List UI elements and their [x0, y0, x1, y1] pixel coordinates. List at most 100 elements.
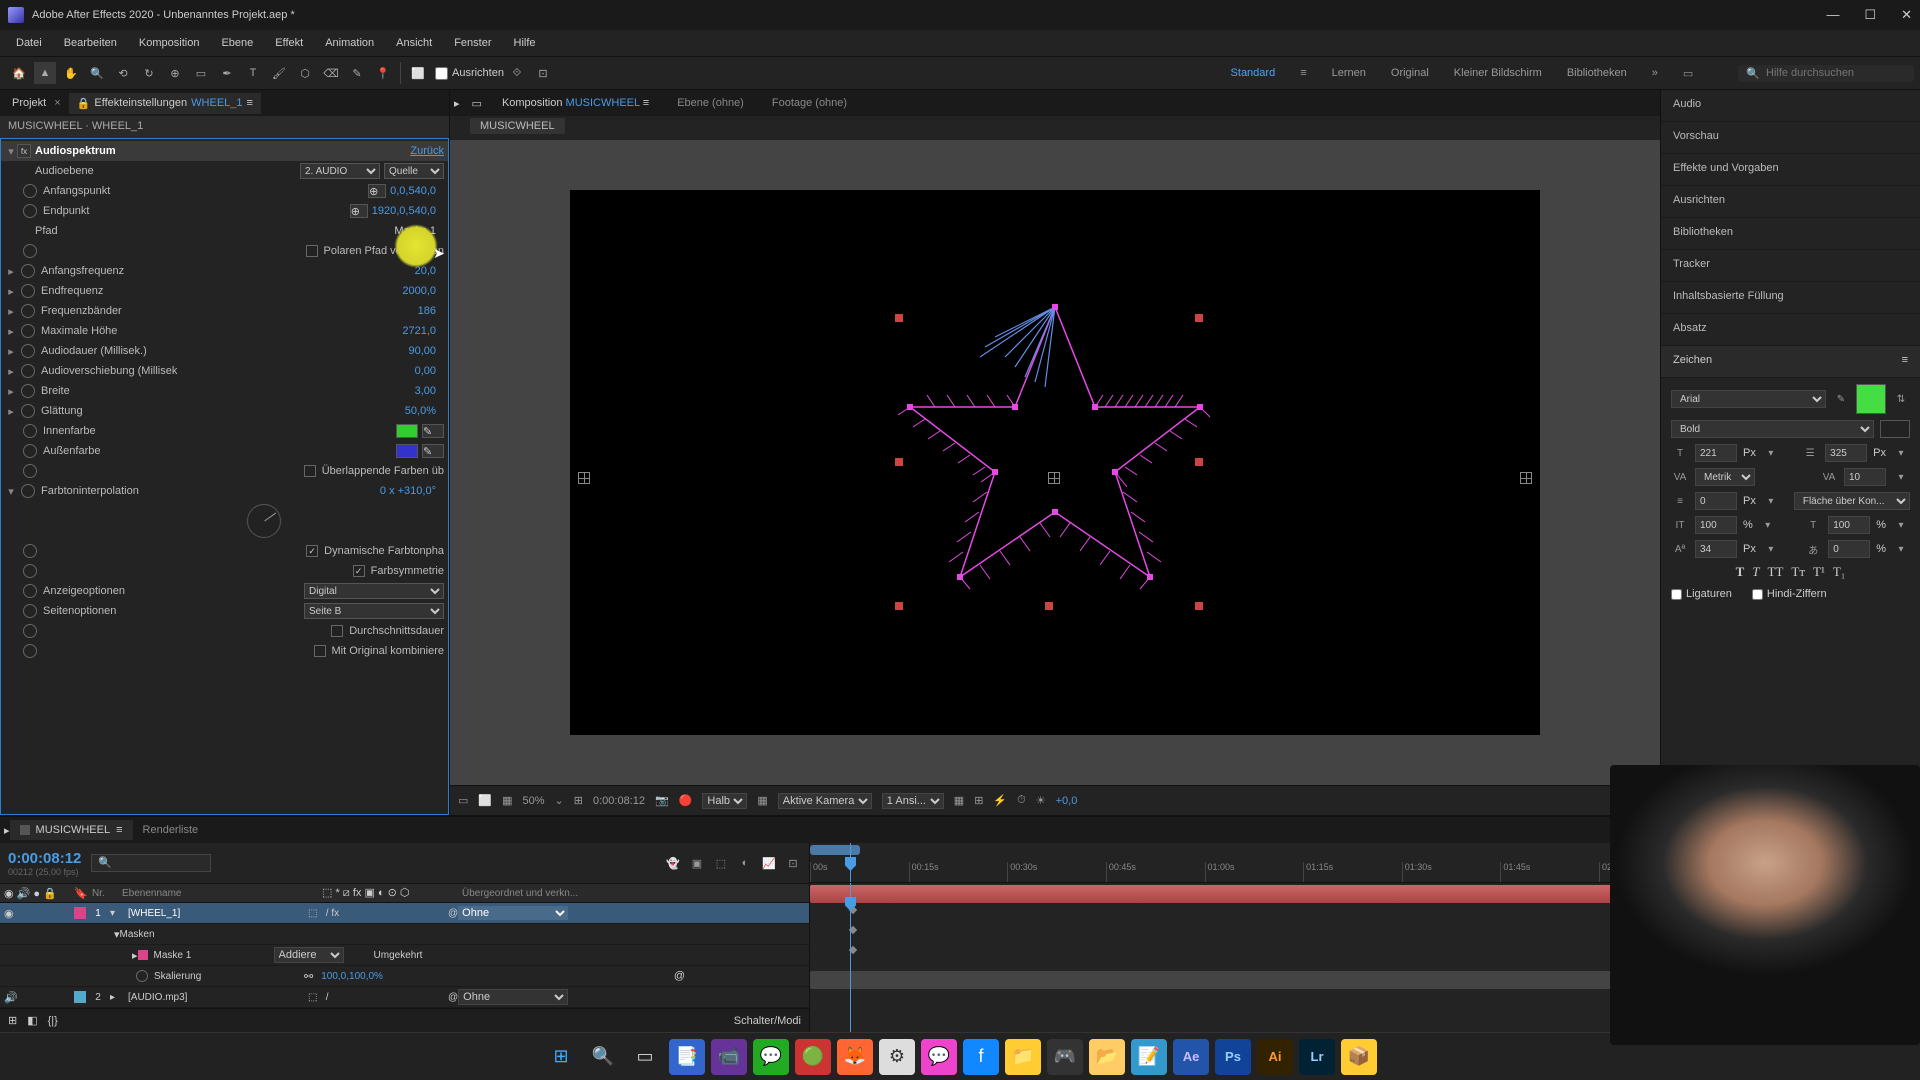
- font-style-select[interactable]: Bold: [1671, 420, 1874, 438]
- stopwatch-icon[interactable]: [21, 264, 35, 278]
- stopwatch-icon[interactable]: [23, 564, 37, 578]
- comp-panel-toggle[interactable]: ▸: [454, 97, 460, 110]
- exposure-value[interactable]: +0,0: [1056, 795, 1078, 807]
- audio-dur-value[interactable]: 90,00: [408, 345, 436, 357]
- tab-timeline-comp[interactable]: MUSICWHEEL ≡: [10, 820, 133, 840]
- twisty-icon[interactable]: ▸: [5, 405, 17, 418]
- comp-breadcrumb[interactable]: MUSICWHEEL: [470, 118, 565, 134]
- polar-path-checkbox[interactable]: [306, 245, 318, 257]
- stopwatch-icon[interactable]: [23, 604, 37, 618]
- views-select[interactable]: 1 Ansi...: [882, 793, 944, 809]
- anchor-tool[interactable]: ⊕: [164, 62, 186, 84]
- end-point-value[interactable]: 1920,0,540,0: [372, 205, 436, 217]
- fx-badge[interactable]: fx: [17, 144, 31, 158]
- layer-color-swatch[interactable]: [74, 991, 86, 1003]
- frame-blend-icon[interactable]: ⬚: [713, 857, 729, 870]
- twisty-icon[interactable]: ▸: [5, 365, 17, 378]
- hand-tool[interactable]: ✋: [60, 62, 82, 84]
- bands-value[interactable]: 186: [418, 305, 436, 317]
- view-option-icon[interactable]: ▦: [954, 794, 964, 807]
- snap-toggle[interactable]: ⬜: [407, 62, 429, 84]
- maximize-button[interactable]: ☐: [1864, 7, 1876, 23]
- section-align[interactable]: Ausrichten: [1661, 186, 1920, 218]
- taskbar-photoshop[interactable]: Ps: [1215, 1039, 1251, 1075]
- taskbar-after-effects[interactable]: Ae: [1173, 1039, 1209, 1075]
- layer-name[interactable]: [WHEEL_1]: [128, 908, 308, 919]
- channel-icon[interactable]: 🔴: [679, 794, 693, 807]
- pixel-aspect-icon[interactable]: ⊞: [974, 794, 983, 807]
- ligatures-checkbox[interactable]: [1671, 589, 1682, 600]
- end-freq-value[interactable]: 2000,0: [402, 285, 436, 297]
- close-button[interactable]: ✕: [1901, 7, 1912, 23]
- taskbar-obs[interactable]: 🎮: [1047, 1039, 1083, 1075]
- selection-handle[interactable]: [1195, 602, 1203, 610]
- tab-composition[interactable]: Komposition MUSICWHEEL ≡: [494, 93, 657, 113]
- small-caps-button[interactable]: Tᴛ: [1791, 564, 1805, 580]
- kerning-select[interactable]: Metrik: [1695, 468, 1755, 486]
- taskbar-taskview[interactable]: ▭: [627, 1039, 663, 1075]
- pickwhip-icon[interactable]: @: [448, 908, 458, 919]
- overlap-checkbox[interactable]: [304, 465, 316, 477]
- selection-handle[interactable]: [1195, 458, 1203, 466]
- eraser-tool[interactable]: ⌫: [320, 62, 342, 84]
- menu-help[interactable]: Hilfe: [504, 33, 546, 53]
- draft-3d-icon[interactable]: ▣: [689, 857, 705, 870]
- stopwatch-icon[interactable]: [23, 464, 37, 478]
- panel-menu-icon[interactable]: ≡: [1902, 354, 1908, 369]
- switches-modes-label[interactable]: Schalter/Modi: [734, 1015, 801, 1027]
- taskbar-whatsapp[interactable]: 💬: [753, 1039, 789, 1075]
- menu-file[interactable]: Datei: [6, 33, 52, 53]
- anchor-point-icon[interactable]: [1048, 472, 1060, 484]
- taskbar-illustrator[interactable]: Ai: [1257, 1039, 1293, 1075]
- all-caps-button[interactable]: TT: [1768, 564, 1784, 580]
- avg-dur-checkbox[interactable]: [331, 625, 343, 637]
- max-height-value[interactable]: 2721,0: [402, 325, 436, 337]
- layer-row-1[interactable]: ◉ 1 ▾ [WHEEL_1] ⬚ / fx @ Ohne: [0, 903, 809, 924]
- audio-layer-select[interactable]: 2. AUDIO: [300, 163, 380, 179]
- panel-menu-icon[interactable]: ≡: [643, 97, 649, 109]
- section-preview[interactable]: Vorschau: [1661, 122, 1920, 154]
- leading-input[interactable]: [1825, 444, 1867, 462]
- inner-color-swatch[interactable]: [396, 424, 418, 438]
- toggle-mask-icon[interactable]: ▦: [502, 794, 512, 807]
- taskbar-messenger[interactable]: 💬: [921, 1039, 957, 1075]
- workspace-small[interactable]: Kleiner Bildschirm: [1454, 67, 1542, 79]
- rotate-tool[interactable]: ↻: [138, 62, 160, 84]
- menu-effect[interactable]: Effekt: [265, 33, 313, 53]
- layer-row-2[interactable]: 🔊 2 ▸ [AUDIO.mp3] ⬚ / @ Ohne: [0, 987, 809, 1008]
- workspace-menu-icon[interactable]: ≡: [1300, 67, 1306, 79]
- current-time[interactable]: 0:00:08:12: [8, 850, 81, 867]
- shy-toggle-icon[interactable]: 👻: [665, 857, 681, 870]
- taskbar-app[interactable]: 🟢: [795, 1039, 831, 1075]
- stopwatch-icon[interactable]: [23, 184, 37, 198]
- eyedropper-icon[interactable]: ✎: [1832, 391, 1850, 407]
- twisty-icon[interactable]: ▾: [5, 145, 17, 158]
- link-icon[interactable]: ⚯: [304, 970, 313, 983]
- twisty-icon[interactable]: ▸: [5, 285, 17, 298]
- stopwatch-icon[interactable]: [23, 424, 37, 438]
- stopwatch-icon[interactable]: [21, 384, 35, 398]
- layer-color-swatch[interactable]: [74, 907, 86, 919]
- pickwhip-icon[interactable]: @: [448, 992, 458, 1003]
- parent-select[interactable]: Ohne: [458, 989, 568, 1005]
- baseline-shift-input[interactable]: [1695, 540, 1737, 558]
- graph-editor-icon[interactable]: 📈: [761, 857, 777, 870]
- lock-icon[interactable]: 🔒: [77, 97, 91, 110]
- taskbar-app[interactable]: ⚙: [879, 1039, 915, 1075]
- stopwatch-icon[interactable]: [23, 644, 37, 658]
- section-effects[interactable]: Effekte und Vorgaben: [1661, 154, 1920, 186]
- stopwatch-icon[interactable]: [23, 444, 37, 458]
- menu-animation[interactable]: Animation: [315, 33, 384, 53]
- faux-bold-button[interactable]: T: [1736, 564, 1745, 580]
- taskbar-lightroom[interactable]: Lr: [1299, 1039, 1335, 1075]
- color-sym-checkbox[interactable]: [353, 565, 365, 577]
- twisty-icon[interactable]: ▸: [5, 265, 17, 278]
- layer-name[interactable]: [AUDIO.mp3]: [128, 992, 308, 1003]
- subscript-button[interactable]: T₁: [1833, 564, 1845, 580]
- motion-blur-icon[interactable]: ◐: [737, 857, 753, 870]
- brainstorm-icon[interactable]: ⊡: [785, 857, 801, 870]
- menu-window[interactable]: Fenster: [444, 33, 501, 53]
- timeline-icon[interactable]: ⏱: [1017, 794, 1026, 807]
- tracking-input[interactable]: [1844, 468, 1886, 486]
- stamp-tool[interactable]: ⬡: [294, 62, 316, 84]
